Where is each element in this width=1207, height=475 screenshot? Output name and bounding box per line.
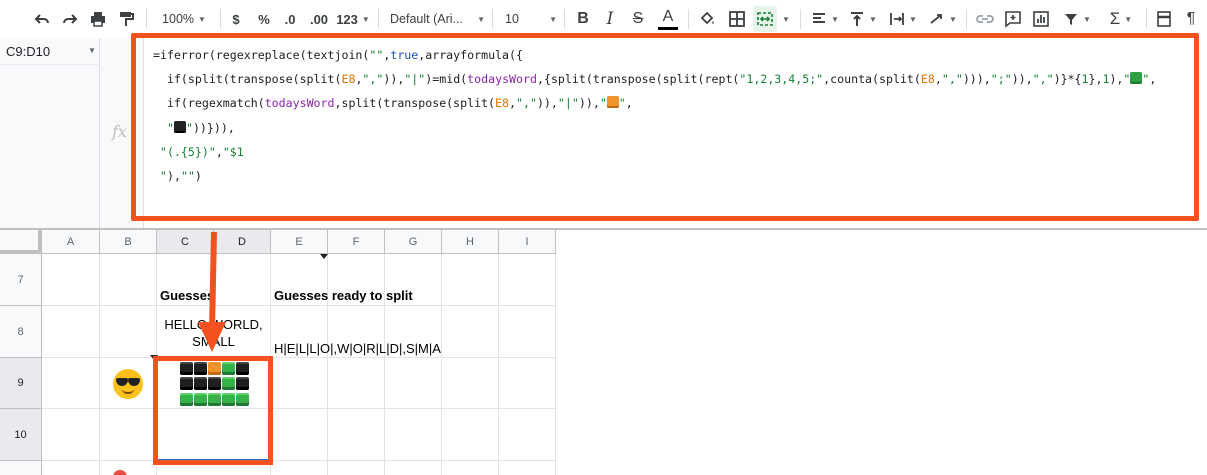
annotation-arrow: [198, 231, 226, 352]
